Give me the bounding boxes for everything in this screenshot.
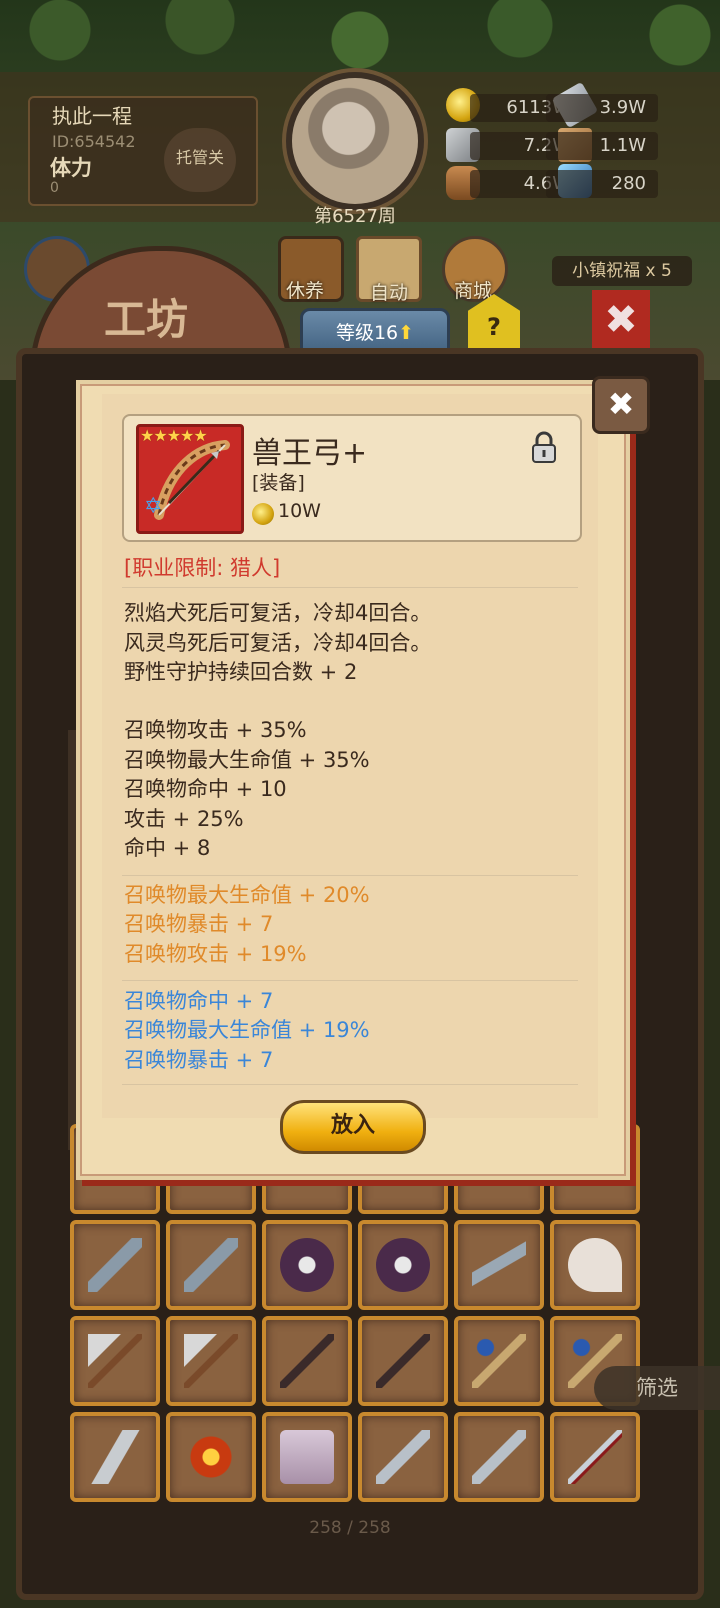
skull-armor-icon — [376, 1238, 430, 1292]
item-name: 兽王弓+ — [252, 436, 368, 471]
arrow-up-icon: ⬆ — [398, 322, 415, 344]
inventory-slot[interactable] — [70, 1412, 160, 1502]
inventory-slot[interactable] — [550, 1220, 640, 1310]
town-blessing-badge[interactable]: 小镇祝福 x 5 — [552, 256, 692, 286]
item-price: 10W — [278, 500, 321, 522]
avatar[interactable] — [292, 78, 418, 204]
inventory-slot[interactable] — [358, 1316, 448, 1406]
hammer-icon: ✖ — [607, 385, 635, 423]
scimitar-icon — [88, 1430, 142, 1484]
stamina-label: 体力 — [50, 156, 92, 180]
medkit-icon — [280, 1430, 334, 1484]
orb-staff-icon — [472, 1334, 526, 1388]
claw-wand-icon — [376, 1334, 430, 1388]
auto-manage-button[interactable]: 托管关 — [164, 128, 236, 192]
inventory-slot[interactable] — [454, 1220, 544, 1310]
axe-icon — [88, 1334, 142, 1388]
stamina-value: 0 — [50, 180, 59, 196]
inventory-slot[interactable] — [70, 1316, 160, 1406]
fixed-effect-line: 野性守护持续回合数 + 2 — [124, 660, 358, 684]
claw-wand-icon — [280, 1334, 334, 1388]
flame-weapon-icon — [184, 1430, 238, 1484]
fan-icon — [568, 1238, 622, 1292]
hexagram-icon: ✡ — [144, 494, 163, 519]
blade-icon — [568, 1430, 622, 1484]
inventory-slot[interactable] — [358, 1220, 448, 1310]
orange-affix-line: 召唤物最大生命值 + 20% — [124, 883, 370, 907]
week-counter: 第6527周 — [314, 206, 396, 227]
gold-coin-icon — [252, 503, 274, 525]
put-in-button[interactable]: 放入 — [280, 1100, 426, 1154]
blue-affix-line: 召唤物最大生命值 + 19% — [124, 1018, 370, 1042]
workshop-close-button[interactable]: ✖ — [592, 290, 650, 350]
blue-affix-line: 召唤物命中 + 7 — [124, 989, 274, 1013]
inventory-slot[interactable] — [166, 1412, 256, 1502]
inventory-slot[interactable] — [70, 1220, 160, 1310]
orange-affix-line: 召唤物暴击 + 7 — [124, 912, 274, 936]
inventory-slot[interactable] — [454, 1316, 544, 1406]
blue-affix-line: 召唤物暴击 + 7 — [124, 1048, 274, 1072]
sword-icon — [472, 1430, 526, 1484]
gun-icon — [472, 1238, 526, 1292]
rest-label: 休养 — [286, 280, 325, 302]
inventory-slot[interactable] — [166, 1316, 256, 1406]
filter-button[interactable]: 筛选 — [594, 1366, 720, 1410]
fixed-effect-line: 命中 + 8 — [124, 836, 211, 860]
fixed-effect-line: 攻击 + 25% — [124, 807, 244, 831]
close-popup-button[interactable]: ✖ — [592, 376, 650, 434]
inventory-slot[interactable] — [262, 1220, 352, 1310]
class-requirement: [职业限制: 猎人] — [124, 556, 281, 580]
item-type: [装备] — [252, 472, 305, 494]
inventory-count: 258 / 258 — [309, 1518, 391, 1538]
player-name: 执此一程 — [52, 104, 132, 128]
skull-armor-icon — [280, 1238, 334, 1292]
resource-leather: 1.1W — [546, 132, 658, 160]
fixed-effect-line: 烈焰犬死后可复活，冷却4回合。 — [124, 601, 432, 625]
staff-icon — [88, 1238, 142, 1292]
lock-icon[interactable] — [530, 430, 558, 464]
fixed-effect-line: 召唤物攻击 + 35% — [124, 718, 307, 742]
divider — [122, 980, 578, 981]
divider — [122, 587, 578, 588]
fixed-effect-line: 召唤物最大生命值 + 35% — [124, 748, 370, 772]
resource-iron: 3.9W — [546, 94, 658, 122]
item-star-rating: ★★★★★ — [140, 426, 208, 445]
inventory-slot[interactable] — [358, 1412, 448, 1502]
divider — [122, 875, 578, 876]
staff-icon — [184, 1238, 238, 1292]
workshop-title: 工坊 — [104, 295, 189, 344]
fixed-effect-line: 风灵鸟死后可复活，冷却4回合。 — [124, 631, 432, 655]
divider — [122, 1084, 578, 1085]
shop-label: 商城 — [454, 280, 493, 302]
inventory-slot[interactable] — [550, 1412, 640, 1502]
inventory-slot[interactable] — [166, 1220, 256, 1310]
player-id: ID:654542 — [52, 132, 136, 151]
level-label: 等级16 — [335, 322, 399, 344]
inventory-slot[interactable] — [262, 1316, 352, 1406]
orange-affix-line: 召唤物攻击 + 19% — [124, 942, 307, 966]
resource-crystal: 280 — [546, 170, 658, 198]
inventory-slot[interactable] — [262, 1412, 352, 1502]
sword-icon — [376, 1430, 430, 1484]
fixed-effect-line: 召唤物命中 + 10 — [124, 777, 287, 801]
axe-icon — [184, 1334, 238, 1388]
auto-label: 自动 — [370, 282, 409, 304]
inventory-slot[interactable] — [454, 1412, 544, 1502]
